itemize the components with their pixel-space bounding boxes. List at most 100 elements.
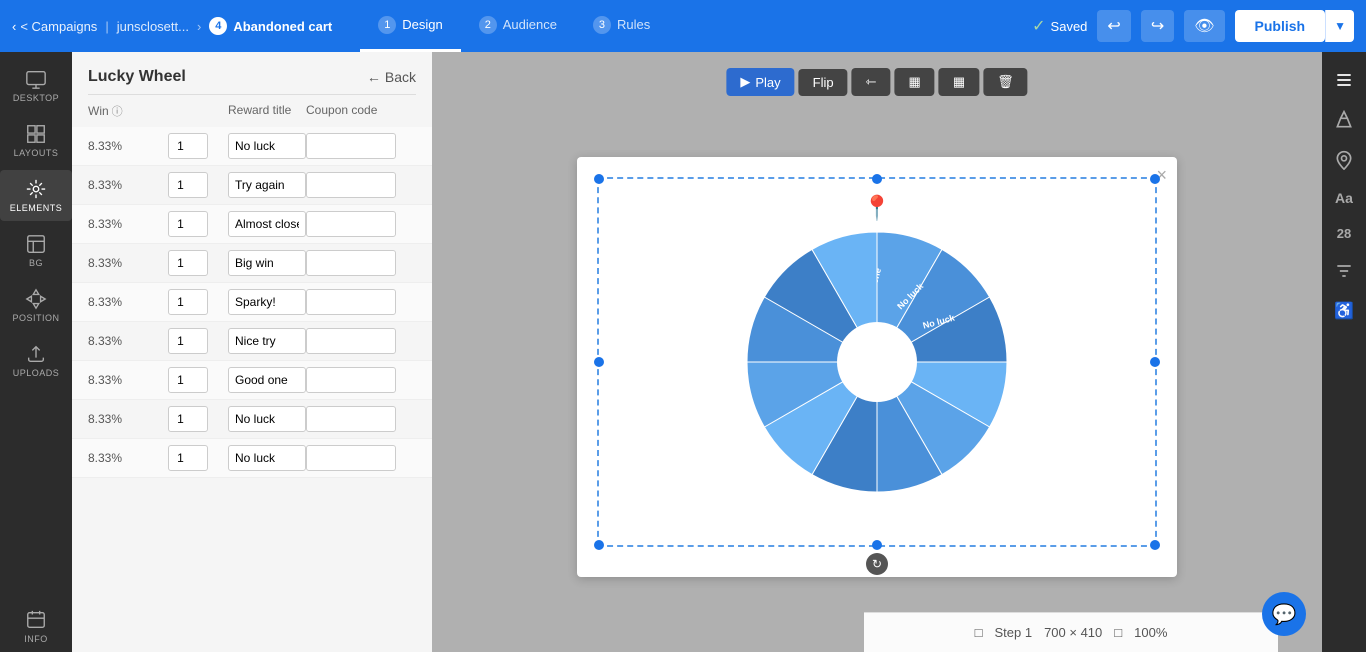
right-text-icon[interactable] [1328,64,1360,96]
table-row: 8.33% [72,439,432,478]
saved-check-icon: ✓ [1032,16,1045,36]
coupon-input[interactable] [306,445,396,471]
layers-button[interactable]: ▦ [895,68,935,96]
uploads-icon [25,343,47,365]
canvas-toolbar: ▶ Play Flip ⇽ ▦ ▦ 🗑 [726,68,1027,96]
right-font-icon[interactable]: Aa [1329,184,1359,212]
coupon-input[interactable] [306,328,396,354]
right-accessibility-icon[interactable]: ♿ [1328,295,1360,327]
delete-button[interactable]: 🗑 [983,68,1028,96]
coupon-header: Coupon code [306,103,416,119]
redo-button[interactable]: ↪ [1141,10,1174,42]
lucky-wheel-panel: Lucky Wheel ← Back Win ⓘ Reward title Co… [72,52,432,652]
weight-input[interactable] [168,211,208,237]
bottom-status-bar: □ Step 1 700 × 410 □ 100% [864,612,1278,652]
coupon-input[interactable] [306,211,396,237]
reward-input[interactable] [228,211,306,237]
desktop-icon [25,68,47,90]
play-button[interactable]: ▶ Play [726,68,794,96]
tab-design-label: Design [402,17,442,32]
chat-button[interactable]: 💬 [1262,592,1306,636]
right-number-icon[interactable]: 28 [1331,220,1357,247]
sidebar-item-layouts[interactable]: LAYOUTS [0,115,72,166]
text-button[interactable]: ▦ [939,68,979,96]
handle-middle-right[interactable] [1150,357,1160,367]
sidebar-item-info[interactable]: INFO [0,601,72,652]
weight-input[interactable] [168,289,208,315]
position-label: POSITION [12,313,59,323]
wheel-table-body: 8.33% 8.33% 8.33% 8.33% 8.33% 8.33% 8.33… [72,127,432,478]
coupon-input[interactable] [306,133,396,159]
layouts-icon [25,123,47,145]
back-campaigns-btn[interactable]: ‹ < Campaigns [12,19,97,34]
reward-input[interactable] [228,133,306,159]
top-nav: ‹ < Campaigns | junsclosett... › 4 Aband… [0,0,1366,52]
coupon-input[interactable] [306,172,396,198]
nav-sep-1: | [105,19,108,34]
sidebar-item-position[interactable]: POSITION [0,280,72,331]
win-info-icon[interactable]: ⓘ [112,103,123,119]
weight-input[interactable] [168,328,208,354]
tab-rules[interactable]: 3 Rules [575,0,668,52]
reward-input[interactable] [228,172,306,198]
flip-button[interactable]: Flip [799,69,848,96]
reward-input[interactable] [228,445,306,471]
win-percent: 8.33% [88,139,168,153]
sidebar-item-elements[interactable]: ELEMENTS [0,170,72,221]
reward-input[interactable] [228,328,306,354]
handle-top-left[interactable] [594,174,604,184]
right-filter-icon[interactable] [1328,255,1360,287]
back-link[interactable]: ← Back [367,69,416,85]
coupon-input[interactable] [306,250,396,276]
handle-bottom-left[interactable] [594,540,604,550]
win-percent: 8.33% [88,412,168,426]
undo-button[interactable]: ↩ [1097,10,1130,42]
step-badge: 4 [209,17,227,35]
tab-design[interactable]: 1 Design [360,0,460,52]
preview-button[interactable]: 👁 [1184,10,1224,42]
dimensions-display: 700 × 410 [1044,625,1102,640]
tab-audience-num: 2 [479,16,497,34]
handle-middle-left[interactable] [594,357,604,367]
sidebar-item-desktop[interactable]: DESKTOP [0,60,72,111]
handle-bottom-right[interactable] [1150,540,1160,550]
coupon-input[interactable] [306,289,396,315]
table-row: 8.33% [72,322,432,361]
coupon-input[interactable] [306,406,396,432]
publish-button[interactable]: Publish [1235,10,1326,42]
right-paint-icon[interactable] [1328,104,1360,136]
weight-input[interactable] [168,172,208,198]
table-row: 8.33% [72,205,432,244]
handle-top-center[interactable] [872,174,882,184]
saved-status: ✓ Saved [1032,16,1087,36]
flip-label: Flip [813,75,834,90]
tab-rules-label: Rules [617,17,650,32]
reward-input[interactable] [228,406,306,432]
reward-input[interactable] [228,367,306,393]
table-row: 8.33% [72,361,432,400]
rotate-handle[interactable]: ↻ [866,553,888,575]
win-header: Win ⓘ [88,103,168,119]
tab-audience[interactable]: 2 Audience [461,0,575,52]
layers-icon: ▦ [909,74,921,90]
right-location-icon[interactable] [1328,144,1360,176]
handle-bottom-center[interactable] [872,540,882,550]
publish-dropdown-button[interactable]: ▼ [1325,10,1354,42]
elements-icon [25,178,47,200]
sidebar-item-uploads[interactable]: UPLOADS [0,335,72,386]
weight-input[interactable] [168,367,208,393]
reward-header: Reward title [228,103,306,119]
win-header-label: Win [88,104,109,118]
right-sidebar: Aa 28 ♿ [1322,52,1366,652]
weight-input[interactable] [168,133,208,159]
sidebar-item-bg[interactable]: BG [0,225,72,276]
weight-input[interactable] [168,250,208,276]
coupon-input[interactable] [306,367,396,393]
align-button[interactable]: ⇽ [852,68,891,96]
handle-top-right[interactable] [1150,174,1160,184]
reward-input[interactable] [228,250,306,276]
reward-input[interactable] [228,289,306,315]
weight-input[interactable] [168,445,208,471]
weight-input[interactable] [168,406,208,432]
position-icon [25,288,47,310]
